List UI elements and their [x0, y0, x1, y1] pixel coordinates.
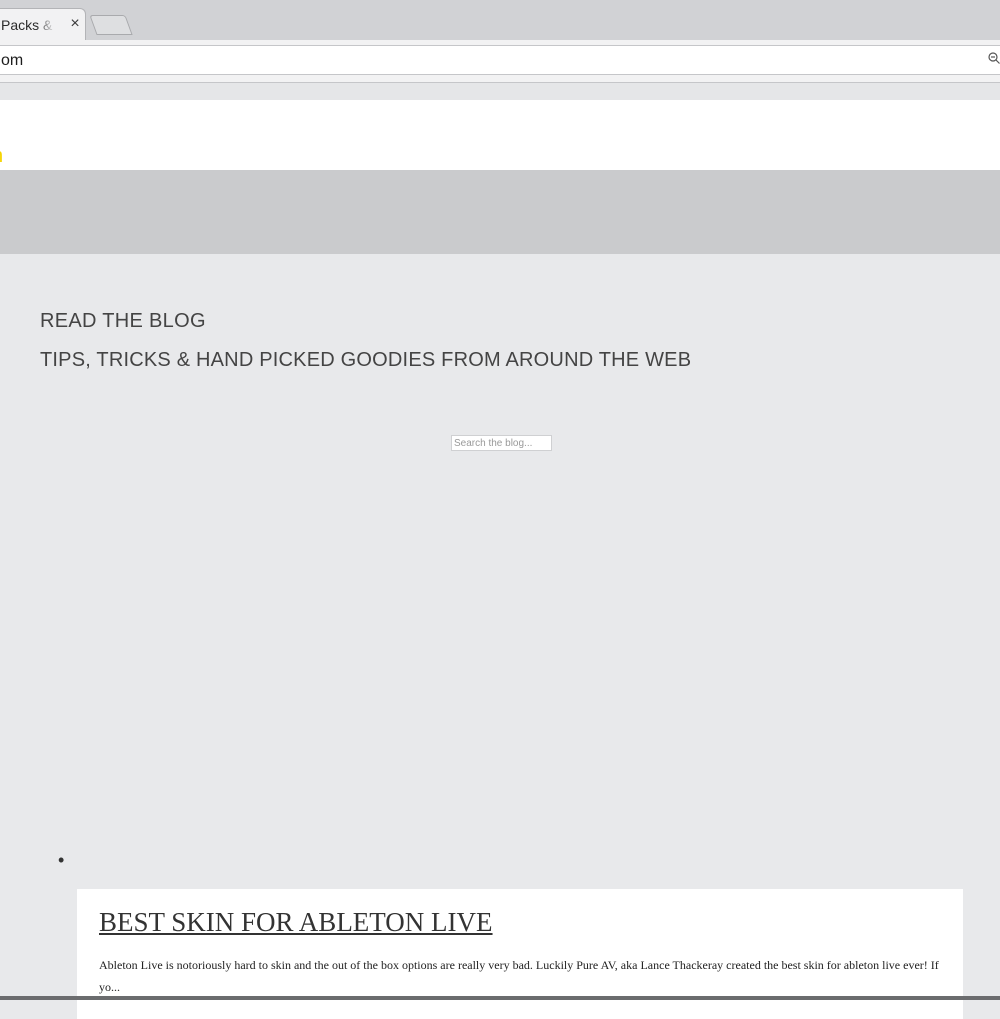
blog-main: READ THE BLOG TIPS, TRICKS & HAND PICKED…	[0, 254, 1000, 1019]
browser-tab[interactable]: Packs & P ×	[0, 8, 86, 40]
new-tab-button[interactable]	[89, 15, 133, 35]
close-icon[interactable]: ×	[68, 14, 82, 34]
tab-title-fade	[37, 15, 55, 35]
post-excerpt: Ableton Live is notoriously hard to skin…	[99, 958, 939, 994]
blog-heading: READ THE BLOG	[40, 310, 206, 332]
blog-search-input[interactable]	[451, 435, 552, 451]
zoom-out-icon[interactable]	[988, 52, 1000, 64]
blog-subheading: TIPS, TRICKS & HAND PICKED GOODIES FROM …	[40, 349, 692, 371]
browser-tab-bar: Packs & P ×	[0, 0, 1000, 41]
bookmark-strip	[0, 83, 1000, 100]
site-header: n	[0, 100, 1000, 170]
browser-toolbar: om	[0, 40, 1000, 83]
site-logo[interactable]: n	[0, 146, 3, 166]
address-text: om	[1, 52, 24, 69]
address-bar[interactable]: om	[0, 45, 1000, 75]
site-nav-band	[0, 170, 1000, 254]
list-bullet: •	[58, 850, 65, 870]
post-title-link[interactable]: BEST SKIN FOR ABLETON LIVE	[99, 907, 493, 938]
window-bottom-edge	[0, 996, 1000, 1000]
